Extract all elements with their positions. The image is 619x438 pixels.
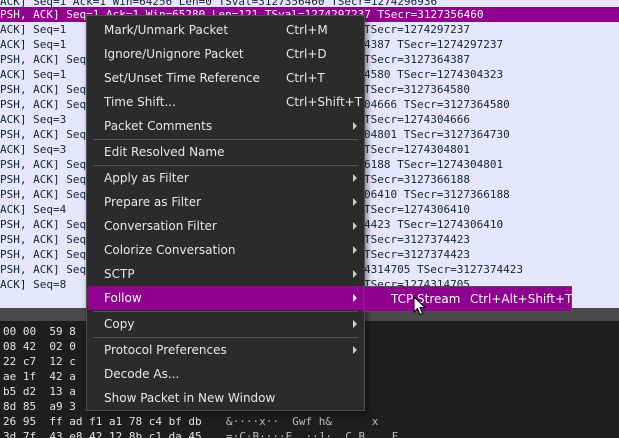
menu-item-shortcut: Ctrl+M [286, 23, 328, 37]
chevron-right-icon [353, 174, 357, 182]
menu-item-show-packet-in-new-window[interactable]: Show Packet in New Window [87, 386, 364, 410]
context-menu: Mark/Unmark Packet Ctrl+M Ignore/Unignor… [86, 15, 365, 411]
menu-item-label: Prepare as Filter [104, 195, 202, 209]
bytes-ascii: =·C·B····E ··]· C B F [226, 430, 399, 438]
chevron-right-icon [353, 346, 357, 354]
menu-item-decode-as[interactable]: Decode As... [87, 362, 364, 386]
packet-row-info: PSH, ACK] Seq=3 [0, 158, 100, 171]
mouse-pointer-icon [413, 296, 427, 316]
packet-row-info-tail: 4423 TSecr=1274306410 [364, 218, 504, 231]
menu-item-label: Edit Resolved Name [104, 145, 225, 159]
menu-item-colorize-conversation[interactable]: Colorize Conversation [87, 238, 364, 262]
menu-item-time-shift[interactable]: Time Shift... Ctrl+Shift+T [87, 90, 364, 114]
chevron-right-icon [353, 270, 357, 278]
packet-row-info-tail: TSecr=1274304801 [364, 143, 470, 156]
bytes-hex: 8d 85 a9 3 [3, 400, 76, 413]
bytes-hex: b5 d2 13 a [3, 385, 76, 398]
packet-row-info-tail: 04801 TSecr=3127364730 [364, 128, 510, 141]
bytes-hex: 08 42 02 0 [3, 340, 76, 353]
menu-item-follow[interactable]: Follow [87, 286, 364, 310]
packet-row-info-tail: TSecr=3127374423 [364, 233, 470, 246]
menu-item-label: Packet Comments [104, 119, 213, 133]
menu-item-shortcut: Ctrl+T [286, 71, 325, 85]
packet-row-info-tail: TSecr=1274297237 [364, 23, 470, 36]
menu-item-label: Time Shift... [104, 95, 176, 109]
menu-item-label: Show Packet in New Window [104, 391, 276, 405]
chevron-right-icon [353, 246, 357, 254]
bytes-ascii: &····x·· Gwf h& x [226, 415, 379, 428]
menu-item-label: Copy [104, 317, 135, 331]
packet-row-info-tail: 4387 TSecr=1274297237 [364, 38, 504, 51]
menu-item-label: Decode As... [104, 367, 180, 381]
packet-row-info: ACK] Seq=3 [0, 113, 67, 126]
menu-item-sctp[interactable]: SCTP [87, 262, 364, 286]
bytes-hex: 26 95 ff ad f1 a1 78 c4 bf db [3, 415, 202, 428]
packet-row-info-tail: TSecr=3127366188 [364, 173, 470, 186]
menu-item-conversation-filter[interactable]: Conversation Filter [87, 214, 364, 238]
packet-row-info-tail: 04666 TSecr=3127364580 [364, 98, 510, 111]
bytes-hex: 00 00 59 8 [3, 325, 76, 338]
menu-item-label: Colorize Conversation [104, 243, 236, 257]
bytes-row: 26 95 ff ad f1 a1 78 c4 bf db &····x·· G… [0, 415, 619, 428]
packet-row-info-tail: TSecr=3127364580 [364, 83, 470, 96]
packet-row-info: ACK] Seq=8 [0, 278, 67, 291]
chevron-right-icon [353, 198, 357, 206]
chevron-right-icon [353, 320, 357, 328]
chevron-right-icon [353, 222, 357, 230]
bytes-hex: 3d 7f 43 e8 42 12 8b c1 da 45 [3, 430, 202, 438]
packet-row-info-tail: 6188 TSecr=1274304801 [364, 158, 504, 171]
menu-item-label: Protocol Preferences [104, 343, 227, 357]
submenu-item-tcp-stream[interactable]: TCP Stream Ctrl+Alt+Shift+T [364, 287, 573, 311]
menu-item-label: Mark/Unmark Packet [104, 23, 229, 37]
chevron-right-icon [353, 294, 357, 302]
menu-item-label: Conversation Filter [104, 219, 217, 233]
menu-item-label: Follow [104, 291, 142, 305]
packet-row-info: PSH, ACK] Seq=4 [0, 188, 100, 201]
packet-row-info: ACK] Seq=1 [0, 23, 67, 36]
menu-item-shortcut: Ctrl+Shift+T [286, 95, 363, 109]
bytes-hex: ae 1f 42 a [3, 370, 76, 383]
packet-row-info-tail: TSecr=3127374423 [364, 248, 470, 261]
menu-item-packet-comments[interactable]: Packet Comments [87, 114, 364, 138]
packet-row-info-tail: TSecr=1274304666 [364, 113, 470, 126]
menu-item-shortcut: Ctrl+D [286, 47, 327, 61]
chevron-right-icon [353, 122, 357, 130]
menu-item-set-unset-time-reference[interactable]: Set/Unset Time Reference Ctrl+T [87, 66, 364, 90]
menu-item-edit-resolved-name[interactable]: Edit Resolved Name [87, 140, 364, 164]
menu-item-ignore-unignore-packet[interactable]: Ignore/Unignore Packet Ctrl+D [87, 42, 364, 66]
menu-item-mark-unmark-packet[interactable]: Mark/Unmark Packet Ctrl+M [87, 18, 364, 42]
packet-row-info-tail: 4314705 TSecr=3127374423 [364, 263, 523, 276]
menu-item-protocol-preferences[interactable]: Protocol Preferences [87, 338, 364, 362]
menu-item-copy[interactable]: Copy [87, 312, 364, 336]
menu-item-label: SCTP [104, 267, 135, 281]
menu-item-label: Ignore/Unignore Packet [104, 47, 244, 61]
menu-item-label: Set/Unset Time Reference [104, 71, 260, 85]
packet-row-info-tail: 06410 TSecr=3127366188 [364, 188, 510, 201]
packet-row-info: ACK] Seq=1 [0, 68, 67, 81]
menu-item-prepare-as-filter[interactable]: Prepare as Filter [87, 190, 364, 214]
packet-row-info-tail: TSecr=3127364387 [364, 53, 470, 66]
bytes-row: 3d 7f 43 e8 42 12 8b c1 da 45 =·C·B····E… [0, 430, 619, 438]
menu-item-apply-as-filter[interactable]: Apply as Filter [87, 166, 364, 190]
packet-row-info: PSH, ACK] Seq=3 [0, 128, 100, 141]
packet-row-info: ACK] Seq=4 [0, 203, 67, 216]
follow-submenu: TCP Stream Ctrl+Alt+Shift+T [363, 286, 572, 312]
menu-item-label: Apply as Filter [104, 171, 189, 185]
packet-row-info-tail: 4580 TSecr=1274304323 [364, 68, 504, 81]
packet-row-info: ACK] Seq=3 [0, 143, 67, 156]
bytes-hex: 22 c7 12 c [3, 355, 76, 368]
packet-row-info: PSH, ACK] Seq=8 [0, 263, 100, 276]
packet-row-info: PSH, ACK] Seq=1 [0, 98, 100, 111]
submenu-item-shortcut: Ctrl+Alt+Shift+T [470, 292, 573, 306]
packet-row-info-tail: TSecr=1274306410 [364, 203, 470, 216]
packet-row-info: ACK] Seq=1 [0, 38, 67, 51]
